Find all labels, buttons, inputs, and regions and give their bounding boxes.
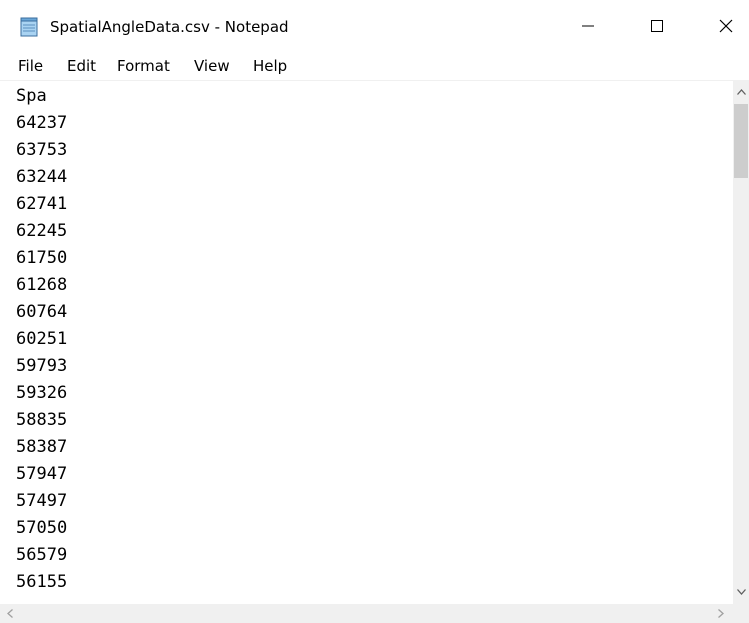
text-line: 64237 xyxy=(16,113,68,133)
menu-file[interactable]: File xyxy=(18,57,43,75)
scroll-left-button[interactable] xyxy=(2,605,18,622)
text-line: 59326 xyxy=(16,383,68,403)
notepad-icon[interactable] xyxy=(18,16,40,38)
horizontal-scrollbar[interactable] xyxy=(0,604,733,623)
scroll-down-button[interactable] xyxy=(733,583,749,600)
minimize-icon xyxy=(582,25,594,27)
menu-bar: File Edit Format View Help xyxy=(0,52,749,81)
text-line: 57497 xyxy=(16,491,68,511)
chevron-right-icon xyxy=(718,609,724,618)
text-line: 59793 xyxy=(16,356,68,376)
scroll-up-button[interactable] xyxy=(733,83,749,100)
title-bar[interactable]: SpatialAngleData.csv - Notepad xyxy=(0,0,749,52)
text-line: 63244 xyxy=(16,167,68,187)
text-editor[interactable]: Spa 64237 63753 63244 62741 62245 61750 … xyxy=(0,81,733,604)
vertical-scroll-thumb[interactable] xyxy=(734,104,748,178)
maximize-button[interactable] xyxy=(634,0,680,52)
chevron-down-icon xyxy=(736,588,746,595)
minimize-button[interactable] xyxy=(565,0,611,52)
scrollbar-corner xyxy=(733,604,749,623)
text-line: 58387 xyxy=(16,437,68,457)
text-line: Spa xyxy=(16,86,47,106)
menu-format[interactable]: Format xyxy=(117,57,170,75)
chevron-left-icon xyxy=(7,609,13,618)
vertical-scrollbar[interactable] xyxy=(733,81,749,604)
text-line: 58835 xyxy=(16,410,68,430)
text-line: 63753 xyxy=(16,140,68,160)
text-line: 62245 xyxy=(16,221,68,241)
window-title: SpatialAngleData.csv - Notepad xyxy=(50,18,289,36)
menu-edit[interactable]: Edit xyxy=(67,57,96,75)
text-line: 62741 xyxy=(16,194,68,214)
chevron-up-icon xyxy=(736,88,746,95)
text-line: 57050 xyxy=(16,518,68,538)
text-line: 60251 xyxy=(16,329,68,349)
notepad-window: SpatialAngleData.csv - Notepad File Edit… xyxy=(0,0,749,623)
text-line: 56155 xyxy=(16,572,68,592)
text-line: 57947 xyxy=(16,464,68,484)
maximize-icon xyxy=(651,20,663,32)
scroll-right-button[interactable] xyxy=(713,605,729,622)
text-line: 61750 xyxy=(16,248,68,268)
text-line: 56579 xyxy=(16,545,68,565)
text-line: 61268 xyxy=(16,275,68,295)
menu-help[interactable]: Help xyxy=(253,57,287,75)
close-button[interactable] xyxy=(703,0,749,52)
close-icon xyxy=(719,19,733,33)
text-line: 60764 xyxy=(16,302,68,322)
menu-view[interactable]: View xyxy=(194,57,230,75)
